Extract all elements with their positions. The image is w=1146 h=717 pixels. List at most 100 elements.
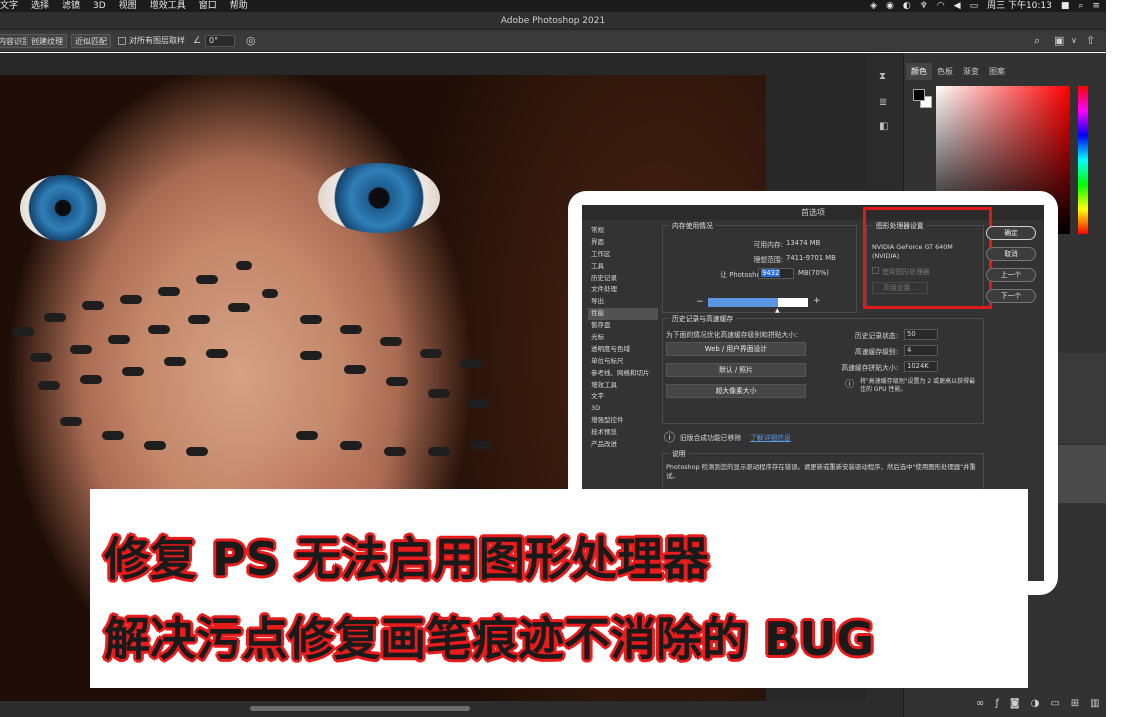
menu-type[interactable]: 文字 [0,0,18,12]
cancel-button[interactable]: 取消 [986,247,1036,261]
nav-item[interactable]: 参考线、网格和切片 [588,368,658,380]
next-button[interactable]: 下一个 [986,289,1036,303]
pressure-icon[interactable]: ◎ [246,33,256,49]
new-layer-icon[interactable]: ⊞ [1071,698,1079,709]
menu-list: 文字 选择 滤镜 3D 视图 增效工具 窗口 帮助 [0,0,261,12]
menu-3d[interactable]: 3D [93,0,106,12]
spot-mark [206,349,228,358]
app-icon[interactable]: ■ [1061,0,1070,12]
memory-slider-track[interactable] [708,298,808,307]
history-icon[interactable]: ⧗ [879,71,886,82]
nav-item[interactable]: 常规 [588,225,658,237]
memory-amount-value: 9432 [761,269,781,277]
folder-icon[interactable]: ▭ [1050,698,1059,709]
tab-patterns[interactable]: 图案 [984,63,1010,80]
nav-item[interactable]: 增强型控件 [588,415,658,427]
learn-more-link[interactable]: 了解详细信息 [750,432,791,442]
proximity-match-button[interactable]: 近似匹配 [71,34,111,48]
right-eye [318,163,440,233]
options-bar: 内容识别 创建纹理 近似匹配 对所有图层取样 ∠ 0° ◎ ⌕ ▣ ∨ ⇧ [0,30,1106,52]
menu-view[interactable]: 视图 [119,0,137,12]
link-icon[interactable]: ∞ [976,698,984,709]
cache-levels-field[interactable]: 4 [904,345,938,356]
spot-mark [228,303,250,312]
nav-item-performance[interactable]: 性能 [588,308,658,321]
default-photo-preset-button[interactable]: 默认 / 照片 [666,363,806,377]
wechat-icon[interactable]: ◉ [886,0,894,12]
volume-icon[interactable]: ◀ [954,0,961,12]
control-icon[interactable]: ♆ [920,0,928,12]
hue-slider[interactable] [1078,86,1088,234]
spot-mark [344,365,366,374]
history-states-field[interactable]: 50 [904,329,938,340]
nav-item[interactable]: 增效工具 [588,380,658,392]
nav-item[interactable]: 3D [588,403,658,415]
wifi-icon[interactable]: ◠ [937,0,945,12]
dropbox-icon[interactable]: ◈ [870,0,877,12]
tile-size-select[interactable]: 1024K [904,361,938,372]
foreground-color-swatch[interactable] [913,89,925,101]
memory-amount-input[interactable]: 9432 [758,268,794,279]
nav-item[interactable]: 文字 [588,391,658,403]
spot-mark [300,315,322,324]
spot-mark [144,441,166,450]
menu-plugins[interactable]: 增效工具 [150,0,186,12]
nav-item[interactable]: 界面 [588,237,658,249]
battery-icon[interactable]: ▭ [970,0,979,12]
spot-mark [148,325,170,334]
workspace-icon[interactable]: ▣ [1054,33,1064,49]
spot-mark [158,287,180,296]
create-texture-button[interactable]: 创建纹理 [27,34,67,48]
adjust-icon[interactable]: ◧ [879,121,888,132]
tab-swatches[interactable]: 色板 [932,63,958,80]
horizontal-scrollbar[interactable] [0,701,866,717]
spot-mark [380,337,402,346]
nav-item[interactable]: 技术预览 [588,427,658,439]
nav-item[interactable]: 工具 [588,261,658,273]
scrollbar-thumb[interactable] [250,706,470,711]
nav-item[interactable]: 历史记录 [588,273,658,285]
prev-button[interactable]: 上一个 [986,268,1036,282]
nav-item[interactable]: 产品改进 [588,439,658,451]
nav-item[interactable]: 工作区 [588,249,658,261]
tab-color[interactable]: 颜色 [906,63,932,80]
menu-icon[interactable]: ≡ [1092,0,1100,12]
ideal-range-value: 7411-9701 MB [786,254,836,262]
chevron-down-icon[interactable]: ∨ [1071,33,1077,49]
sample-all-layers-checkbox[interactable] [118,37,126,45]
clock[interactable]: 周三 下午10:13 [987,0,1052,12]
timer-icon[interactable]: ◐ [903,0,911,12]
nav-item[interactable]: 导出 [588,296,658,308]
memory-plus-button[interactable]: + [813,297,821,306]
memory-percent-label: MB(70%) [798,269,829,277]
cache-hint: 为下面的情况优化高速缓存级别和拼贴大小: [666,331,798,339]
share-icon[interactable]: ⇧ [1086,33,1095,49]
menu-window[interactable]: 窗口 [199,0,217,12]
properties-icon[interactable]: ≣ [879,97,887,108]
memory-minus-button[interactable]: − [696,298,704,307]
nav-item[interactable]: 透明度与色域 [588,344,658,356]
spot-mark [30,353,52,362]
nav-item[interactable]: 单位与标尺 [588,356,658,368]
spot-mark [340,325,362,334]
search-icon[interactable]: ⌕ [1034,33,1040,49]
nav-item[interactable]: 光标 [588,332,658,344]
huge-pixel-preset-button[interactable]: 超大像素大小 [666,384,806,398]
adjustment-icon[interactable]: ◑ [1031,698,1040,709]
search-icon[interactable]: ⌕ [1078,0,1083,12]
fx-icon[interactable]: ƒ [995,698,999,709]
tab-gradients[interactable]: 渐变 [958,63,984,80]
mask-icon[interactable]: ◙ [1010,698,1020,709]
web-ui-preset-button[interactable]: Web / 用户界面设计 [666,342,806,356]
spot-mark [262,289,278,298]
ok-button[interactable]: 确定 [986,226,1036,240]
angle-field[interactable]: 0° [205,35,235,47]
nav-item[interactable]: 暂存盘 [588,320,658,332]
menu-select[interactable]: 选择 [31,0,49,12]
menu-help[interactable]: 帮助 [230,0,248,12]
trash-icon[interactable]: ▥ [1090,698,1099,709]
memory-slider-thumb[interactable]: ▲ [775,308,780,314]
banner-line-1: 修复 PS 无法启用图形处理器 [104,532,709,586]
menu-filter[interactable]: 滤镜 [62,0,80,12]
nav-item[interactable]: 文件处理 [588,284,658,296]
